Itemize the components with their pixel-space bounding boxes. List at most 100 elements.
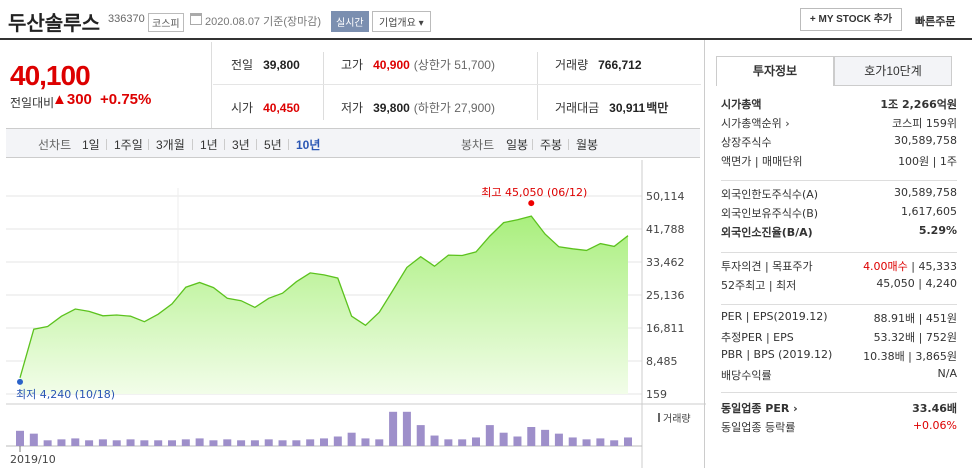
tab-separator bbox=[568, 139, 569, 150]
info-value: 4.00매수 | 45,333 bbox=[863, 260, 957, 273]
amount-stat: 거래대금 30,911백만 bbox=[555, 99, 668, 116]
low-marker bbox=[17, 378, 23, 385]
divider bbox=[537, 52, 538, 120]
volume-bar bbox=[292, 440, 301, 446]
my-stock-add-button[interactable]: + MY STOCK 추가 bbox=[800, 8, 902, 31]
volume-bar bbox=[472, 437, 480, 446]
amount-unit: 백만 bbox=[646, 101, 669, 115]
tab-3m[interactable]: 3개월 bbox=[156, 136, 185, 153]
info-value: N/A bbox=[937, 367, 957, 380]
info-row: PER | EPS(2019.12) 88.91배 | 451원 bbox=[721, 310, 957, 326]
volume-value: 766,712 bbox=[598, 58, 642, 72]
candle-chart-label: 봉차트 bbox=[461, 138, 495, 152]
price-chart-svg: 50,114 41,788 33,462 25,136 16,811 8,485 159 최고… bbox=[6, 160, 706, 468]
info-value: 10.38배 | 3,865원 bbox=[863, 350, 957, 363]
info-row: 외국인보유주식수(B) 1,617,605 bbox=[721, 205, 957, 221]
tab-separator bbox=[148, 139, 149, 150]
info-row: 동일업종 PER › 33.46배 bbox=[721, 400, 957, 416]
tab-1w[interactable]: 1주일 bbox=[114, 136, 143, 153]
section-divider bbox=[721, 392, 957, 393]
volume-bar bbox=[444, 439, 453, 446]
info-value: 1,617,605 bbox=[901, 205, 957, 218]
tab-separator bbox=[106, 139, 107, 150]
tab-3y[interactable]: 3년 bbox=[232, 136, 250, 153]
y-tick-label: 159 bbox=[646, 388, 667, 401]
info-label: 상장주식수 bbox=[721, 136, 772, 149]
info-label: PER | EPS(2019.12) bbox=[721, 310, 828, 323]
volume-bar bbox=[541, 429, 550, 446]
volume-bar bbox=[112, 440, 121, 446]
info-label: 52주최고 | 최저 bbox=[721, 279, 797, 292]
section-divider bbox=[721, 180, 957, 181]
info-label: 시가총액순위 › bbox=[721, 117, 790, 130]
volume-bar bbox=[126, 439, 135, 446]
tab-1d[interactable]: 1일 bbox=[82, 136, 100, 153]
info-value: 코스피 159위 bbox=[892, 117, 957, 130]
change-label: 전일대비 bbox=[10, 96, 55, 110]
tab-5y[interactable]: 5년 bbox=[264, 136, 282, 153]
high-annotation: 최고 45,050 (06/12) bbox=[481, 186, 587, 199]
volume-bar bbox=[389, 411, 398, 446]
market-badge: 코스피 bbox=[148, 13, 184, 32]
high-label: 고가 bbox=[341, 58, 364, 72]
info-row: PBR | BPS (2019.12) 10.38배 | 3,865원 bbox=[721, 348, 957, 364]
chart-period-tabs: 선차트 1일 1주일 3개월 1년 3년 5년 10년 봉차트 일봉 주봉 월봉 bbox=[6, 128, 700, 158]
corp-summary-dropdown[interactable]: 기업개요 ▾ bbox=[372, 11, 431, 32]
tab-orderbook-10[interactable]: 호가10단계 bbox=[834, 56, 952, 86]
volume-bar bbox=[458, 439, 467, 446]
volume-bar bbox=[98, 439, 107, 446]
volume-bar bbox=[278, 440, 287, 446]
info-value: 53.32배 | 752원 bbox=[873, 331, 957, 344]
current-price: 40,100 bbox=[10, 60, 91, 91]
volume-legend-swatch bbox=[658, 413, 660, 422]
info-label: 동일업종 PER › bbox=[721, 402, 798, 415]
info-row: 상장주식수 30,589,758 bbox=[721, 134, 957, 150]
tab-separator bbox=[192, 139, 193, 150]
volume-bar bbox=[237, 440, 246, 446]
y-tick-label: 41,788 bbox=[646, 223, 685, 236]
info-value: +0.06% bbox=[912, 419, 957, 432]
prev-close-value: 39,800 bbox=[263, 58, 300, 72]
stats-divider bbox=[213, 84, 701, 85]
volume-legend: 거래량 bbox=[663, 413, 691, 425]
y-tick-label: 50,114 bbox=[646, 190, 685, 203]
info-row: 시가총액순위 › 코스피 159위 bbox=[721, 115, 957, 131]
volume-bar bbox=[16, 430, 24, 446]
volume-bar bbox=[402, 411, 411, 446]
tab-1y[interactable]: 1년 bbox=[200, 136, 218, 153]
volume-bar bbox=[582, 439, 591, 446]
tab-10y[interactable]: 10년 bbox=[296, 136, 320, 153]
info-label: 동일업종 등락률 bbox=[721, 421, 796, 434]
volume-bar bbox=[610, 440, 619, 446]
tab-investment-info[interactable]: 투자정보 bbox=[716, 56, 834, 86]
section-divider bbox=[721, 304, 957, 305]
quick-order-link[interactable]: 빠른주문 bbox=[915, 13, 955, 29]
tab-separator bbox=[224, 139, 225, 150]
volume-bar bbox=[527, 427, 536, 446]
tab-monthly[interactable]: 월봉 bbox=[576, 136, 598, 153]
volume-bar bbox=[168, 440, 176, 446]
high-stat: 고가 40,900 (상한가 51,700) bbox=[341, 56, 495, 73]
y-tick-label: 33,462 bbox=[646, 256, 685, 269]
volume-bar bbox=[347, 432, 356, 446]
divider bbox=[323, 52, 324, 120]
volume-bar bbox=[568, 437, 577, 446]
tab-separator bbox=[256, 139, 257, 150]
volume-bar bbox=[485, 425, 494, 446]
info-label: PBR | BPS (2019.12) bbox=[721, 348, 833, 361]
volume-bar bbox=[375, 439, 384, 446]
volume-bar bbox=[209, 440, 218, 446]
stock-name: 두산솔루스 bbox=[8, 13, 100, 35]
info-label: 투자의견 | 목표주가 bbox=[721, 260, 813, 273]
tab-weekly[interactable]: 주봉 bbox=[540, 136, 562, 153]
tab-daily[interactable]: 일봉 bbox=[506, 136, 528, 153]
volume-stat: 거래량 766,712 bbox=[555, 56, 642, 73]
info-row: 외국인한도주식수(A) 30,589,758 bbox=[721, 186, 957, 202]
low-stat: 저가 39,800 (하한가 27,900) bbox=[341, 99, 495, 116]
realtime-button[interactable]: 실시간 bbox=[331, 11, 369, 32]
info-row: 52주최고 | 최저 45,050 | 4,240 bbox=[721, 277, 957, 293]
amount-value: 30,911 bbox=[609, 101, 646, 115]
high-marker bbox=[528, 200, 535, 207]
price-stats: 전일 39,800 고가 40,900 (상한가 51,700) 거래량 766,712… bbox=[213, 42, 701, 128]
high-value: 40,900 bbox=[373, 58, 410, 72]
